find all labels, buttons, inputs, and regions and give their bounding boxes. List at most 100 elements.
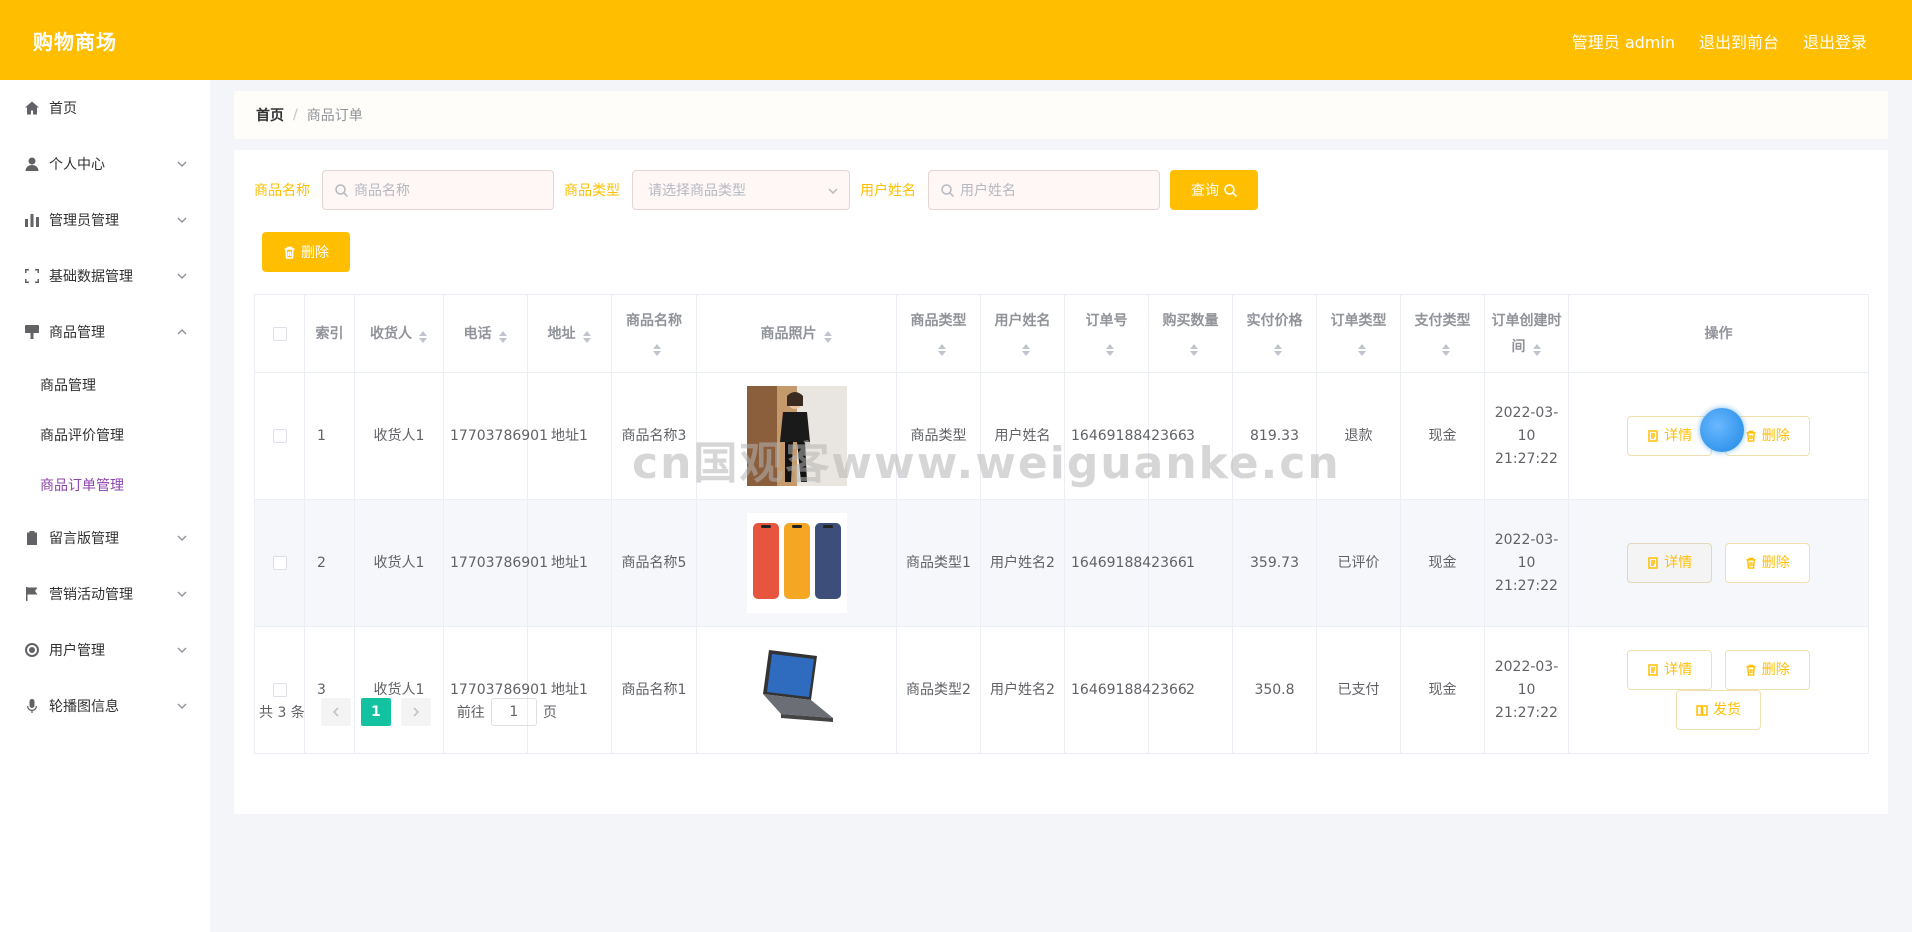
header-cell[interactable]: 购买数量 [1148,294,1233,373]
row-select-cell [254,372,305,500]
sort-icon[interactable] [1532,340,1542,356]
breadcrumb-current: 商品订单 [306,108,363,124]
sort-icon[interactable] [1357,340,1367,356]
cell-user-name: 用户姓名 [980,372,1065,500]
prev-page-button[interactable] [320,698,351,726]
row-checkbox[interactable] [272,555,287,570]
sort-icon[interactable] [1441,340,1451,356]
header-cell[interactable]: 订单类型 [1316,294,1401,373]
sort-icon[interactable] [1189,340,1199,356]
detail-button[interactable]: 详情 [1627,650,1713,690]
cell-pay-type: 现金 [1400,372,1485,500]
sidebar-item-basic-data[interactable]: 基础数据管理 [0,248,210,304]
user-icon [25,157,39,171]
ship-button[interactable]: 发货 [1676,690,1761,730]
sidebar-item-users[interactable]: 用户管理 [0,622,210,678]
batch-delete-button[interactable]: 删除 [262,232,350,272]
query-label: 查询 [1191,183,1219,199]
table-row: 1 收货人1 17703786901 地址1 商品名称3 商品类型 用户姓名 1… [254,372,1869,500]
sidebar-item-message[interactable]: 留言版管理 [0,510,210,566]
detail-button[interactable]: 详情 [1627,416,1713,456]
sort-icon[interactable] [498,327,508,343]
header-cell[interactable]: 订单创建时间 [1484,294,1569,373]
delete-button[interactable]: 删除 [1724,650,1810,690]
sidebar-item-home[interactable]: 首页 [0,80,210,136]
sort-icon[interactable] [418,327,428,343]
home-icon [25,101,39,115]
to-front-link[interactable]: 退出到前台 [1699,29,1779,53]
user-name-input[interactable]: 用户姓名 [928,170,1160,210]
chevron-up-icon [177,329,187,335]
sidebar-sub-goods[interactable]: 商品管理 [0,360,210,410]
sidebar-item-personal[interactable]: 个人中心 [0,136,210,192]
breadcrumb: 首页 / 商品订单 [234,91,1888,139]
frame-icon [25,269,39,283]
goto-page-input[interactable]: 1 [490,698,537,726]
pagination: 共 3 条 1 前往 1 页 [259,698,557,726]
woman-in-suit-photo[interactable] [746,386,847,486]
cell-receiver: 收货人1 [354,372,444,500]
cell-price: 819.33 [1232,372,1317,500]
delete-button[interactable]: 删除 [1724,543,1810,583]
header-cell[interactable]: 订单号 [1064,294,1149,373]
brand-title: 购物商场 [33,30,117,54]
sidebar-item-carousel[interactable]: 轮播图信息 [0,678,210,734]
header-label: 购买数量 [1162,312,1219,329]
select-all-checkbox[interactable] [272,326,287,341]
sidebar-item-admin[interactable]: 管理员管理 [0,192,210,248]
row-checkbox[interactable] [272,428,287,443]
top-header: 购物商场 管理员 admin 退出到前台 退出登录 [0,0,1912,80]
header-label: 订单号 [1085,312,1128,329]
table-row: 3 收货人1 17703786901 地址1 商品名称1 商品类型2 用户姓名2… [254,626,1869,754]
query-button[interactable]: 查询 [1170,170,1258,210]
goods-type-label: 商品类型 [564,183,620,199]
header-label: 电话 [463,325,492,342]
sort-icon[interactable] [937,340,947,356]
cell-receiver: 收货人1 [354,626,444,754]
header-cell[interactable]: 支付类型 [1400,294,1485,373]
cell-order-type: 退款 [1316,372,1401,500]
header-label: 索引 [315,325,344,342]
orders-table: 索引 收货人 电话 地址 商品名称 商品照片 商品类型 用户姓名 订单号 购买数… [254,294,1869,754]
header-cell[interactable]: 收货人 [354,294,444,373]
sort-icon[interactable] [652,340,662,356]
header-cell[interactable]: 商品名称 [611,294,697,373]
header-cell[interactable]: 实付价格 [1232,294,1317,373]
sort-icon[interactable] [1273,340,1283,356]
header-cell: 操作 [1568,294,1869,373]
header-cell[interactable]: 用户姓名 [980,294,1065,373]
sidebar-item-goods[interactable]: 商品管理 [0,304,210,360]
cell-index: 1 [304,372,355,500]
goods-name-input[interactable]: 商品名称 [322,170,554,210]
row-checkbox[interactable] [272,682,287,697]
sidebar-item-label: 轮播图信息 [49,699,119,715]
sort-icon[interactable] [823,327,833,343]
chevron-down-icon [177,273,187,279]
sidebar-sub-goods-order[interactable]: 商品订单管理 [0,460,210,510]
mic-icon [26,699,38,713]
detail-button[interactable]: 详情 [1627,543,1713,583]
sort-icon[interactable] [582,327,592,343]
goto-suffix: 页 [542,705,557,721]
header-cell[interactable]: 地址 [527,294,612,373]
sidebar-item-marketing[interactable]: 营销活动管理 [0,566,210,622]
breadcrumb-home[interactable]: 首页 [256,105,284,125]
logout-link[interactable]: 退出登录 [1803,29,1867,53]
chevron-left-icon [332,707,339,717]
sort-icon[interactable] [1105,340,1115,356]
next-page-button[interactable] [400,698,431,726]
sort-icon[interactable] [1021,340,1031,356]
header-cell[interactable]: 商品类型 [896,294,981,373]
phones-photo[interactable] [746,513,847,613]
cell-goods-type: 商品类型2 [896,626,981,754]
goods-type-select[interactable]: 请选择商品类型 [632,170,850,210]
header-cell[interactable]: 商品照片 [696,294,897,373]
page-number-1[interactable]: 1 [360,698,391,726]
laptop-photo[interactable] [746,640,847,740]
sidebar-item-label: 管理员管理 [49,213,119,229]
cell-goods-name: 商品名称1 [611,626,697,754]
document-icon [1648,430,1659,442]
sidebar-sub-goods-review[interactable]: 商品评价管理 [0,410,210,460]
table-row: 2 收货人1 17703786901 地址1 商品名称5 商品类型1 用户姓名2… [254,499,1869,627]
header-cell[interactable]: 电话 [443,294,528,373]
